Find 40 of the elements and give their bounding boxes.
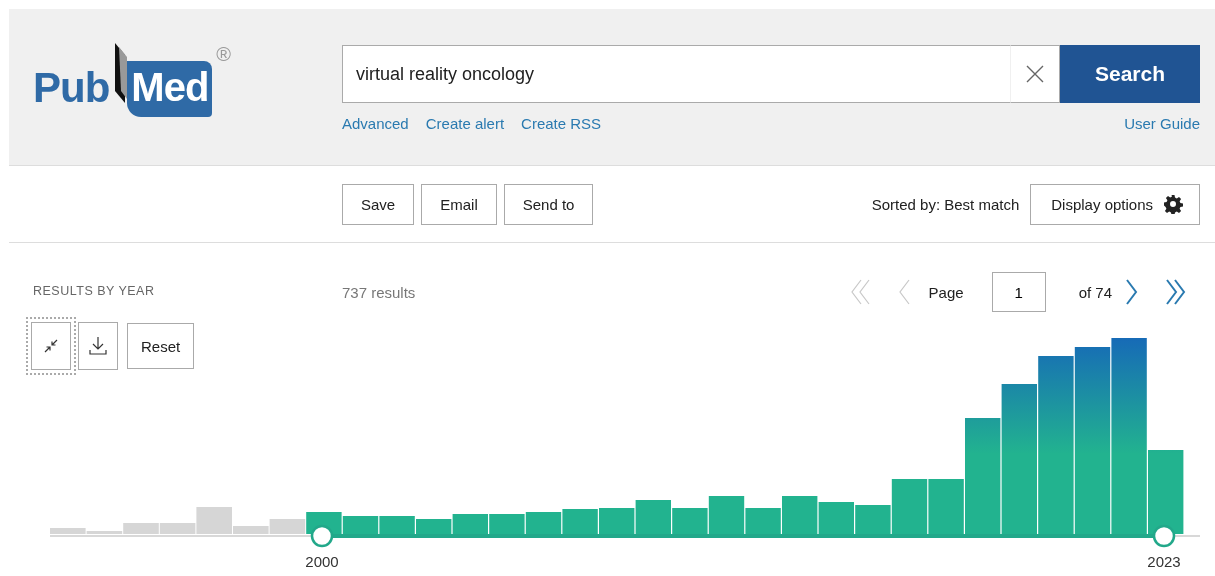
page-label: Page xyxy=(928,283,964,301)
section-title: RESULTS BY YEAR xyxy=(32,283,156,300)
action-button[interactable]: Save xyxy=(342,183,415,225)
search-field[interactable]: virtual reality oncology xyxy=(342,45,1010,103)
histogram-bar xyxy=(525,512,562,534)
action-button[interactable]: Send to xyxy=(503,183,594,225)
range-handle[interactable] xyxy=(310,524,334,548)
page-total: of 74 xyxy=(1078,283,1112,301)
histogram-bar xyxy=(562,509,598,534)
collapse-button[interactable] xyxy=(26,317,76,375)
year-label: 2000 xyxy=(305,553,339,570)
histogram-bar xyxy=(599,508,635,534)
histogram-bar xyxy=(818,502,854,534)
reset-button[interactable]: Reset xyxy=(127,323,195,369)
user-guide-link[interactable]: User Guide xyxy=(1124,115,1200,132)
range-handle[interactable] xyxy=(1152,524,1176,548)
collapse-icon xyxy=(44,339,58,353)
registered-mark: ® xyxy=(216,43,232,66)
download-icon xyxy=(89,336,107,356)
search-button[interactable]: Search xyxy=(1060,45,1200,103)
year-label: 2023 xyxy=(1147,553,1181,570)
display-options-button[interactable]: Display options xyxy=(1030,183,1200,225)
sort-label: Sorted by: Best match xyxy=(871,195,1020,213)
link[interactable]: Advanced xyxy=(342,115,409,132)
histogram-bar xyxy=(416,519,452,534)
logo-text: Pub xyxy=(33,67,110,109)
download-button[interactable] xyxy=(78,322,118,370)
histogram-bar xyxy=(452,514,488,534)
link[interactable]: Create alert xyxy=(425,115,505,132)
histogram-bar xyxy=(635,500,671,534)
results-count: 737 results xyxy=(342,283,416,301)
action-button[interactable]: Email xyxy=(421,183,497,225)
gear-icon xyxy=(1163,194,1183,214)
clear-icon[interactable] xyxy=(1010,45,1060,103)
histogram-bar xyxy=(342,516,379,534)
logo-text: Med xyxy=(127,61,213,117)
histogram-bar xyxy=(489,514,525,534)
histogram-bar xyxy=(379,516,415,534)
link[interactable]: Create RSS xyxy=(521,115,602,132)
page-field[interactable]: 1 xyxy=(991,272,1046,312)
